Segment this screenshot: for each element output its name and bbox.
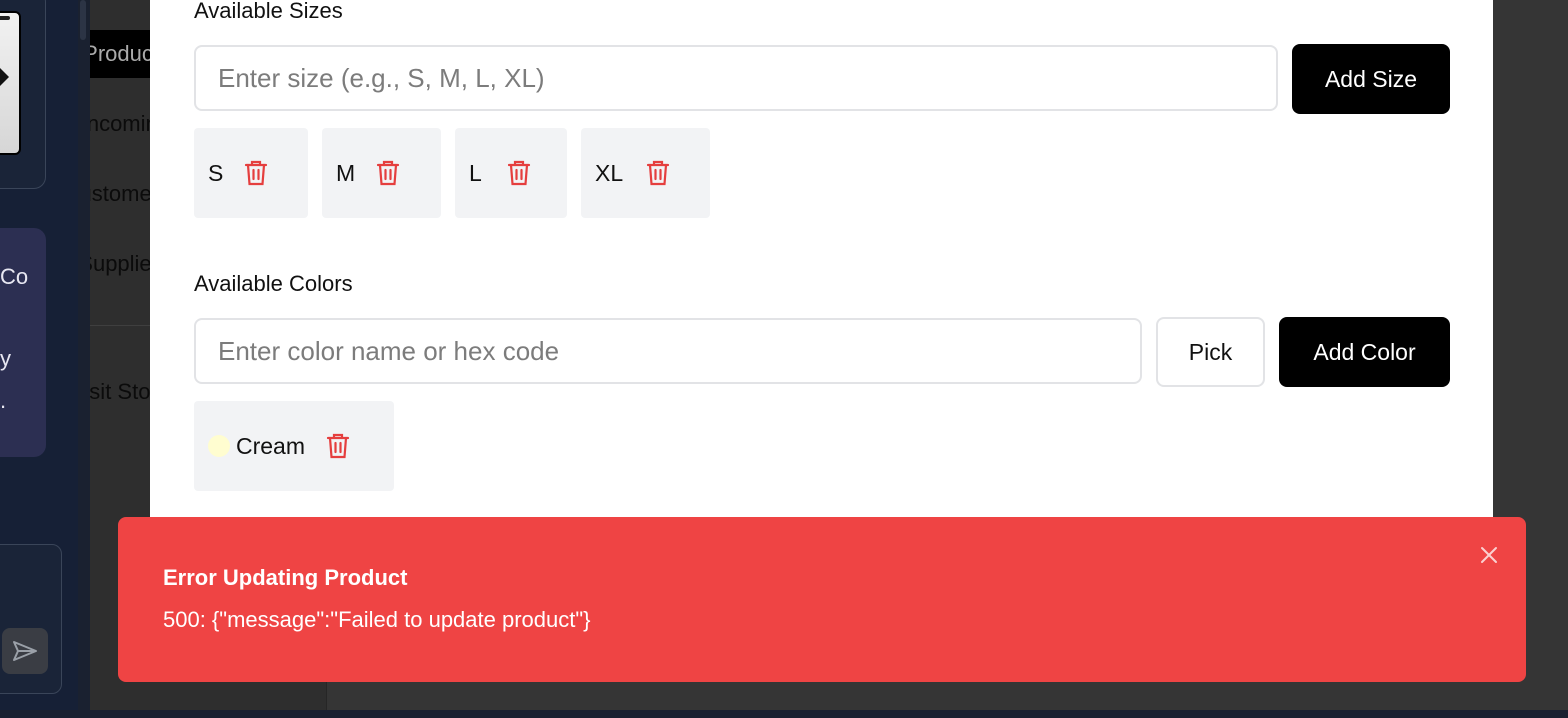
color-chip-label: Cream — [236, 432, 306, 459]
trash-icon[interactable] — [506, 159, 532, 187]
error-toast: Error Updating Product 500: {"message":"… — [118, 517, 1526, 682]
trash-icon[interactable] — [645, 159, 671, 187]
trash-icon[interactable] — [325, 432, 351, 460]
color-input[interactable] — [194, 318, 1142, 384]
colors-label: Available Colors — [194, 271, 353, 296]
phone-preview — [0, 11, 21, 155]
size-chip-label: L — [469, 159, 482, 186]
edit-product-modal: Available Sizes Add Size S M L XL Availa… — [150, 0, 1493, 520]
play-icon — [0, 63, 9, 91]
promo-text-3: . — [0, 388, 7, 413]
add-color-button[interactable]: Add Color — [1279, 317, 1450, 387]
sizes-label: Available Sizes — [194, 0, 343, 23]
promo-text-2: y — [0, 346, 11, 371]
size-chip-label: S — [208, 159, 224, 186]
bottom-strip — [0, 710, 1568, 718]
toast-message: 500: {"message":"Failed to update produc… — [163, 607, 591, 632]
color-swatch — [208, 435, 230, 457]
size-chip-xl: XL — [581, 128, 710, 218]
preview-card[interactable] — [0, 0, 46, 189]
size-chip-m: M — [322, 128, 441, 218]
scrollbar[interactable] — [80, 0, 86, 40]
toast-title: Error Updating Product — [163, 565, 408, 590]
promo-text-1: Co — [0, 264, 29, 289]
status-bar — [0, 16, 10, 20]
trash-icon[interactable] — [375, 159, 401, 187]
chat-input-card — [0, 544, 62, 694]
promo-card: Co y . — [0, 228, 46, 457]
send-button[interactable] — [2, 628, 48, 674]
size-chip-l: L — [455, 128, 567, 218]
size-chip-s: S — [194, 128, 308, 218]
size-chip-label: XL — [595, 159, 624, 186]
trash-icon[interactable] — [243, 159, 269, 187]
close-icon[interactable] — [1477, 543, 1501, 567]
chat-panel: Co y . — [0, 0, 78, 710]
size-input[interactable] — [194, 45, 1278, 111]
pick-color-button[interactable]: Pick — [1156, 317, 1265, 387]
add-size-button[interactable]: Add Size — [1292, 44, 1450, 114]
send-icon — [13, 641, 37, 661]
color-chip-cream: Cream — [194, 401, 394, 491]
size-chip-label: M — [336, 159, 356, 186]
